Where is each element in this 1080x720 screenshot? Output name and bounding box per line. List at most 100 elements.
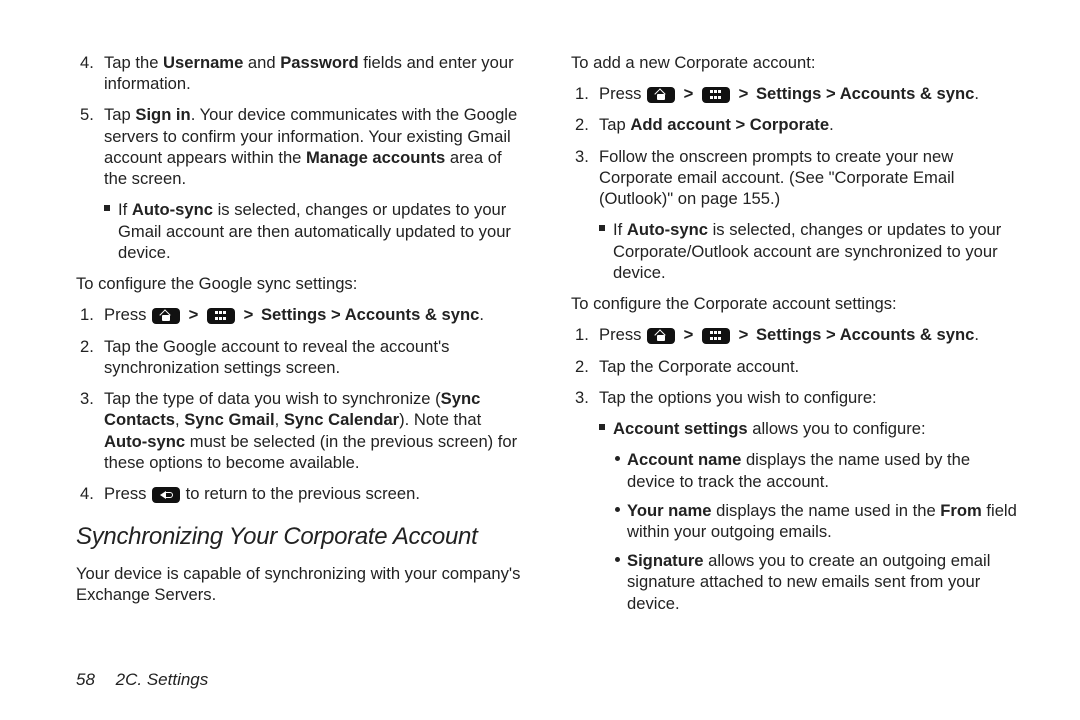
square-bullet-icon — [104, 205, 110, 211]
sub-sub-bullet: Signature allows you to create an outgoi… — [571, 550, 1020, 614]
text: Tap the options you wish to configure: — [599, 388, 877, 407]
apps-grid-icon — [702, 87, 730, 103]
bold: Account name — [627, 450, 741, 469]
step-number: 3. — [575, 146, 589, 167]
intro-text: Your device is capable of synchronizing … — [76, 563, 525, 605]
page-number: 58 — [76, 670, 95, 689]
bold: Sign in — [135, 105, 190, 124]
sub-sub-bullet: Your name displays the name used in the … — [571, 500, 1020, 542]
google-sync-steps: 1. Press > > Settings > Accounts & sync.… — [76, 304, 525, 504]
text: to return to the previous screen. — [181, 484, 420, 503]
section-heading: Synchronizing Your Corporate Account — [76, 522, 525, 553]
home-button-icon — [647, 328, 675, 344]
text: Press — [599, 325, 646, 344]
text: , — [175, 410, 184, 429]
step-2: 2. Tap the Google account to reveal the … — [76, 336, 525, 378]
sub-bullet: Account settings allows you to configure… — [571, 418, 1020, 439]
step-2: 2. Tap the Corporate account. — [571, 356, 1020, 377]
step-3: 3. Follow the onscreen prompts to create… — [571, 146, 1020, 210]
dot-bullet-icon — [615, 456, 620, 461]
sub-sub-bullet: Account name displays the name used by t… — [571, 449, 1020, 491]
bold: Password — [280, 53, 358, 72]
step-1: 1. Press > > Settings > Accounts & sync. — [76, 304, 525, 325]
section-label: 2C. Settings — [116, 670, 209, 689]
left-column: 4. Tap the Username and Password fields … — [76, 52, 525, 656]
text: , — [275, 410, 284, 429]
two-column-layout: 4. Tap the Username and Password fields … — [76, 52, 1020, 656]
bold: Settings > Accounts & sync — [261, 305, 479, 324]
manual-page: 4. Tap the Username and Password fields … — [0, 0, 1080, 720]
step-number: 4. — [80, 483, 94, 504]
bold: Auto-sync — [627, 220, 708, 239]
dot-bullet-icon — [615, 557, 620, 562]
text: If — [118, 200, 132, 219]
text: ). Note that — [399, 410, 481, 429]
home-button-icon — [647, 87, 675, 103]
step-number: 5. — [80, 104, 94, 125]
step-3: 3. Tap the type of data you wish to sync… — [76, 388, 525, 473]
bold: Settings > Accounts & sync — [756, 84, 974, 103]
step-1: 1. Press > > Settings > Accounts & sync. — [571, 83, 1020, 104]
add-corporate-steps: 1. Press > > Settings > Accounts & sync.… — [571, 83, 1020, 209]
text: Tap the — [104, 53, 163, 72]
square-bullet-icon — [599, 225, 605, 231]
lead-text: To add a new Corporate account: — [571, 52, 1020, 73]
home-button-icon — [152, 308, 180, 324]
right-column: To add a new Corporate account: 1. Press… — [571, 52, 1020, 656]
step-number: 3. — [575, 387, 589, 408]
text: Tap the Corporate account. — [599, 357, 799, 376]
text: Tap — [599, 115, 630, 134]
bold: Auto-sync — [132, 200, 213, 219]
continued-steps: 4. Tap the Username and Password fields … — [76, 52, 525, 189]
text: Tap the Google account to reveal the acc… — [104, 337, 449, 377]
step-number: 1. — [80, 304, 94, 325]
step-number: 3. — [80, 388, 94, 409]
text: and — [243, 53, 280, 72]
arrow-icon: > — [739, 324, 749, 345]
configure-corporate-steps: 1. Press > > Settings > Accounts & sync.… — [571, 324, 1020, 408]
step-number: 2. — [575, 114, 589, 135]
text: displays the name used in the — [712, 501, 941, 520]
square-bullet-icon — [599, 424, 605, 430]
bold: Add account > Corporate — [630, 115, 829, 134]
lead-text: To configure the Corporate account setti… — [571, 293, 1020, 314]
step-3: 3. Tap the options you wish to configure… — [571, 387, 1020, 408]
step-4b: 4. Press to return to the previous scree… — [76, 483, 525, 504]
arrow-icon: > — [244, 304, 254, 325]
arrow-icon: > — [684, 83, 694, 104]
bold: Account settings — [613, 419, 748, 438]
text: . — [479, 305, 484, 324]
arrow-icon: > — [189, 304, 199, 325]
bold: Manage accounts — [306, 148, 445, 167]
apps-grid-icon — [207, 308, 235, 324]
step-4: 4. Tap the Username and Password fields … — [76, 52, 525, 94]
text: If — [613, 220, 627, 239]
bold: From — [940, 501, 981, 520]
step-number: 4. — [80, 52, 94, 73]
text: Press — [104, 305, 151, 324]
sub-bullet: If Auto-sync is selected, changes or upd… — [571, 219, 1020, 283]
bold: Your name — [627, 501, 712, 520]
bold: Signature — [627, 551, 704, 570]
apps-grid-icon — [702, 328, 730, 344]
step-5: 5. Tap Sign in. Your device communicates… — [76, 104, 525, 189]
step-2: 2. Tap Add account > Corporate. — [571, 114, 1020, 135]
text: . — [974, 325, 979, 344]
text: Tap the type of data you wish to synchro… — [104, 389, 441, 408]
bold: Sync Gmail — [184, 410, 274, 429]
bold: Settings > Accounts & sync — [756, 325, 974, 344]
step-number: 1. — [575, 83, 589, 104]
step-number: 2. — [80, 336, 94, 357]
text: Follow the onscreen prompts to create yo… — [599, 147, 954, 208]
page-footer: 58 2C. Settings — [76, 670, 1020, 690]
text: Press — [104, 484, 151, 503]
text: Tap — [104, 105, 135, 124]
step-number: 2. — [575, 356, 589, 377]
bold: Auto-sync — [104, 432, 185, 451]
text: . — [829, 115, 834, 134]
bold: Sync Calendar — [284, 410, 399, 429]
lead-text: To configure the Google sync settings: — [76, 273, 525, 294]
sub-bullet: If Auto-sync is selected, changes or upd… — [76, 199, 525, 263]
arrow-icon: > — [684, 324, 694, 345]
step-number: 1. — [575, 324, 589, 345]
